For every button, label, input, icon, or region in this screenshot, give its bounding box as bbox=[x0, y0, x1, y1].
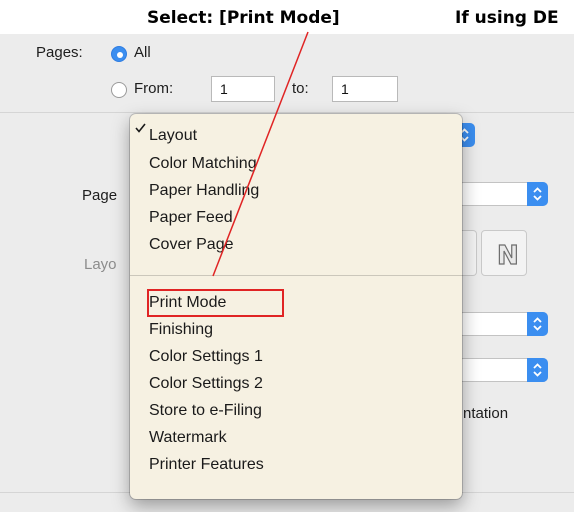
two-sided-popup[interactable] bbox=[458, 358, 548, 382]
chevron-updown-icon bbox=[527, 312, 548, 336]
chevron-updown-icon bbox=[527, 182, 548, 206]
print-options-menu: Layout Color Matching Paper Handling Pap… bbox=[130, 114, 462, 499]
menu-item-printer-features[interactable]: Printer Features bbox=[146, 453, 267, 477]
print-mode-highlight-box bbox=[147, 289, 284, 317]
menu-item-store-to-efiling[interactable]: Store to e-Filing bbox=[146, 399, 265, 423]
layout-direction-button-2[interactable]: N bbox=[481, 230, 527, 276]
menu-item-color-settings-2[interactable]: Color Settings 2 bbox=[146, 372, 266, 396]
menu-item-color-settings-1[interactable]: Color Settings 1 bbox=[146, 345, 266, 369]
menu-item-color-matching[interactable]: Color Matching bbox=[146, 152, 260, 176]
layout-n-icon: N bbox=[496, 240, 519, 271]
to-page-field[interactable]: 1 bbox=[332, 76, 398, 102]
layout-direction-label: Layo bbox=[84, 256, 117, 273]
from-page-field[interactable]: 1 bbox=[211, 76, 275, 102]
menu-item-watermark[interactable]: Watermark bbox=[146, 426, 230, 450]
chevron-updown-icon bbox=[527, 358, 548, 382]
pages-from-radio[interactable] bbox=[111, 82, 127, 98]
pages-all-label: All bbox=[134, 44, 151, 61]
pages-all-radio[interactable] bbox=[111, 46, 127, 62]
checkmark-icon bbox=[135, 123, 146, 133]
svg-text:N: N bbox=[497, 241, 519, 271]
menu-item-layout[interactable]: Layout bbox=[146, 124, 200, 148]
instruction-text-cut: If using DE bbox=[455, 8, 559, 28]
pages-per-sheet-label: Page bbox=[82, 187, 118, 204]
pages-from-label: From: bbox=[134, 80, 174, 97]
pages-label: Pages: bbox=[36, 44, 83, 61]
pages-per-sheet-popup[interactable] bbox=[458, 182, 548, 206]
pages-to-label: to: bbox=[292, 80, 309, 97]
menu-item-finishing[interactable]: Finishing bbox=[146, 318, 216, 342]
border-popup[interactable] bbox=[458, 312, 548, 336]
instruction-text: Select: [Print Mode] bbox=[147, 8, 340, 28]
menu-item-cover-page[interactable]: Cover Page bbox=[146, 233, 237, 257]
menu-item-paper-handling[interactable]: Paper Handling bbox=[146, 179, 262, 203]
menu-separator bbox=[130, 275, 462, 276]
section-divider bbox=[0, 112, 574, 113]
menu-item-paper-feed[interactable]: Paper Feed bbox=[146, 206, 236, 230]
orientation-label: ntation bbox=[463, 405, 509, 422]
